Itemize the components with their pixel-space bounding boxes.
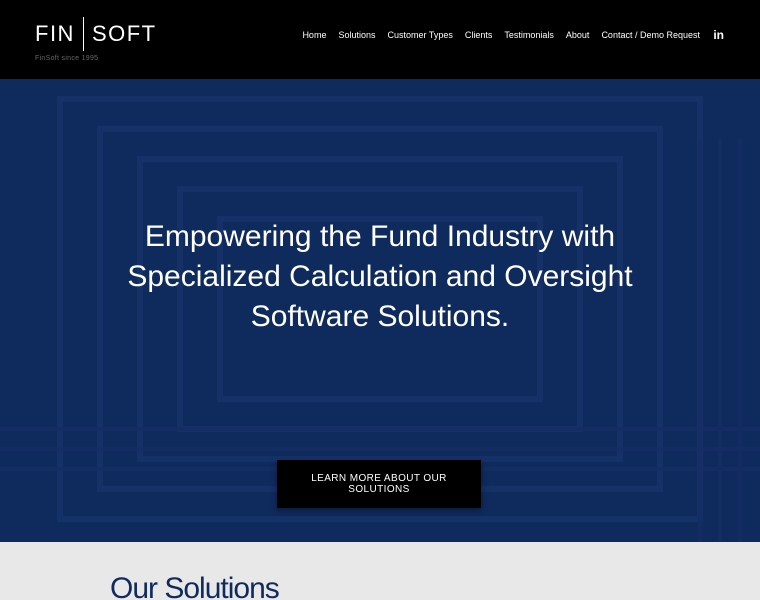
logo[interactable]: FIN SOFT [35, 16, 157, 52]
site-header: FIN SOFT FinSoft since 1995 Home Solutio… [0, 0, 760, 79]
logo-tagline: FinSoft since 1995 [35, 55, 99, 62]
solutions-section: Our Solutions [0, 542, 760, 600]
learn-more-solutions-button[interactable]: LEARN MORE ABOUT OUR SOLUTIONS [277, 460, 481, 508]
solutions-heading: Our Solutions [110, 572, 280, 600]
nav-home[interactable]: Home [302, 28, 326, 42]
nav-testimonials[interactable]: Testimonials [504, 28, 554, 42]
nav-customer-types[interactable]: Customer Types [387, 28, 452, 42]
nav-solutions[interactable]: Solutions [338, 28, 375, 42]
logo-divider [82, 17, 84, 51]
nav-clients[interactable]: Clients [465, 28, 493, 42]
nav-about[interactable]: About [566, 28, 590, 42]
hero-section: Empowering the Fund Industry with Specia… [0, 79, 760, 542]
logo-left-word: FIN [35, 21, 75, 46]
linkedin-icon[interactable]: in [713, 28, 724, 42]
main-nav: Home Solutions Customer Types Clients Te… [302, 28, 700, 42]
hero-title: Empowering the Fund Industry with Specia… [127, 220, 633, 333]
nav-contact-demo-request[interactable]: Contact / Demo Request [601, 28, 700, 42]
logo-right-word: SOFT [91, 21, 157, 46]
